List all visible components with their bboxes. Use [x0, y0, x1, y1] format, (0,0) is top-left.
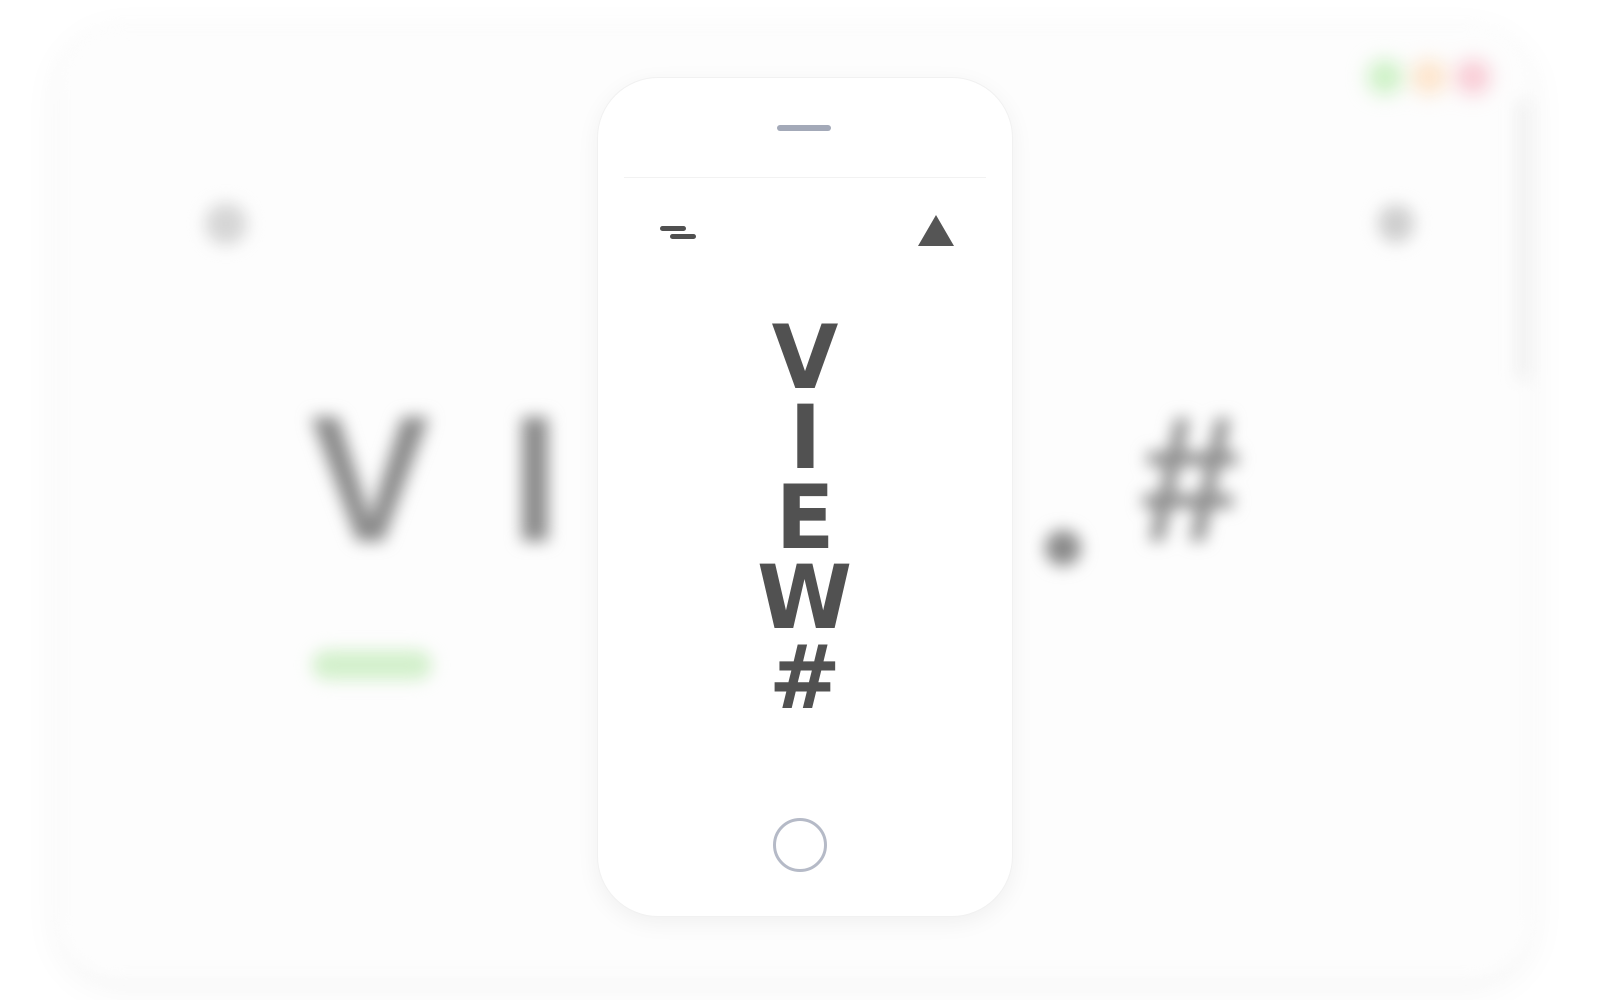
triangle-up-icon[interactable]	[914, 211, 954, 249]
home-button[interactable]	[773, 818, 827, 872]
menu-icon[interactable]	[656, 218, 700, 244]
stage: V I # V I E W #	[0, 0, 1600, 1000]
background-window-controls	[1368, 60, 1490, 94]
background-letter-i: I	[510, 379, 561, 580]
background-pill	[312, 650, 432, 680]
background-letter-v: V	[310, 379, 431, 580]
menu-icon-bar-top	[660, 226, 686, 231]
screen-top-divider	[624, 177, 986, 178]
menu-icon-bar-bottom	[670, 234, 696, 239]
title-char-hash: #	[768, 626, 842, 729]
vertical-title: V I E W #	[598, 314, 1012, 729]
background-orange-dot	[1412, 60, 1446, 94]
background-left-icon	[205, 203, 247, 245]
background-letter-hash: #	[1140, 379, 1241, 580]
background-dot-mark	[1045, 530, 1081, 566]
background-green-dot	[1368, 60, 1402, 94]
phone-speaker	[777, 125, 831, 131]
background-red-dot	[1456, 60, 1490, 94]
phone-frame: V I E W #	[598, 78, 1012, 916]
background-scrollbar	[1518, 100, 1528, 380]
background-right-icon	[1378, 205, 1414, 243]
triangle-shape	[918, 215, 954, 246]
